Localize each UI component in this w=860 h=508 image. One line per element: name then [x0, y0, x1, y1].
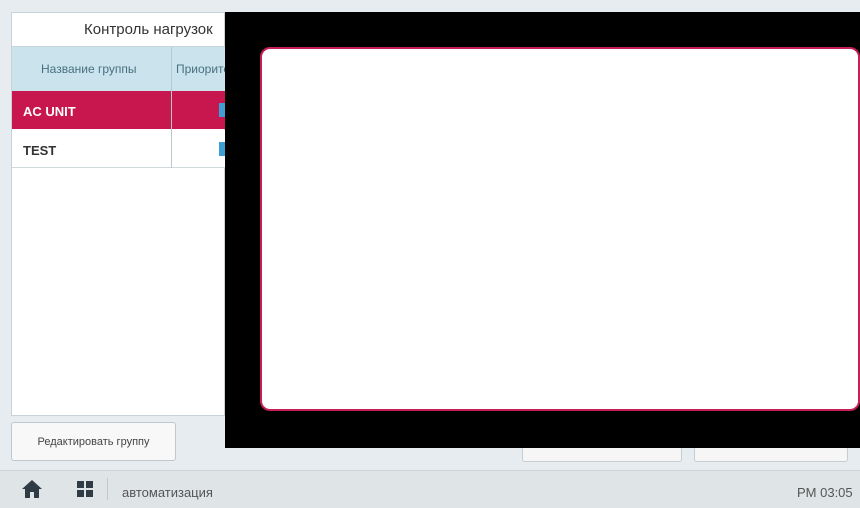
grid-icon[interactable] [77, 481, 93, 497]
row-group-name: AC UNIT [23, 104, 76, 119]
row-group-name: TEST [23, 143, 57, 158]
tab-label: Контроль нагрузок [84, 21, 213, 38]
breadcrumb: автоматизация [122, 485, 213, 500]
column-header-group-name[interactable]: Название группы [41, 62, 137, 76]
column-divider [171, 47, 172, 168]
table-row[interactable]: AC UNIT [12, 91, 225, 129]
divider [107, 478, 108, 500]
edit-group-label: Редактировать группу [37, 435, 150, 448]
table-row[interactable]: TEST [12, 130, 225, 168]
modal-dialog [260, 47, 860, 411]
clock: PM 03:05 [797, 485, 853, 500]
edit-group-button[interactable]: Редактировать группу [11, 422, 176, 461]
home-icon[interactable] [21, 479, 43, 499]
